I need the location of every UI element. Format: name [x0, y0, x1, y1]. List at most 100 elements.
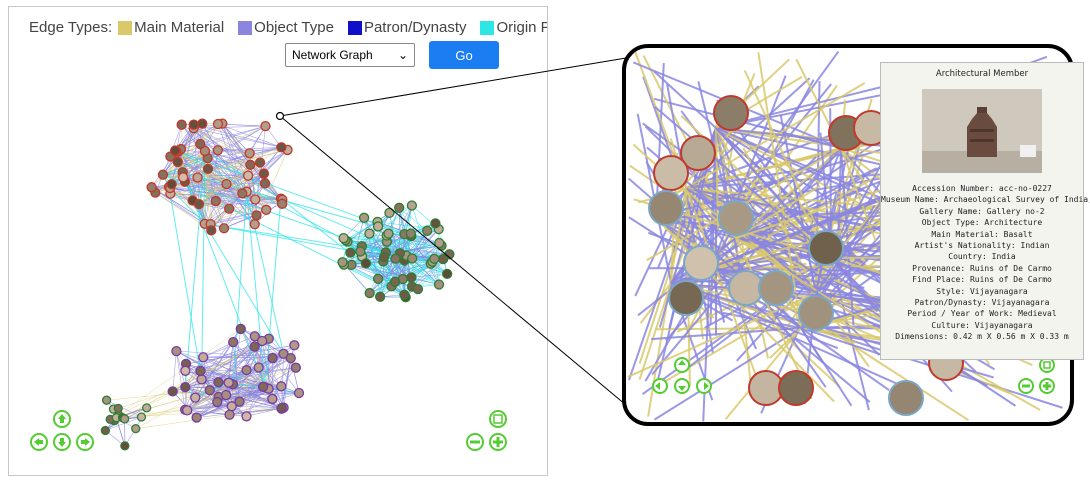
- graph-node[interactable]: [258, 168, 270, 179]
- graph-node[interactable]: [220, 389, 232, 401]
- graph-node[interactable]: [888, 380, 924, 416]
- graph-node[interactable]: [178, 172, 189, 183]
- graph-node[interactable]: [648, 190, 684, 226]
- graph-node[interactable]: [364, 228, 375, 239]
- graph-node[interactable]: [389, 276, 401, 287]
- zoom-pan-right-icon[interactable]: [696, 378, 712, 394]
- graph-node[interactable]: [360, 258, 372, 269]
- graph-node[interactable]: [251, 210, 262, 221]
- graph-node[interactable]: [120, 441, 130, 451]
- graph-node[interactable]: [176, 119, 187, 130]
- graph-node[interactable]: [384, 207, 395, 219]
- graph-node[interactable]: [253, 362, 264, 373]
- graph-node[interactable]: [438, 253, 449, 265]
- graph-node[interactable]: [406, 272, 417, 283]
- graph-node[interactable]: [434, 237, 445, 249]
- pan-right-icon[interactable]: [76, 433, 94, 451]
- graph-node[interactable]: [293, 387, 305, 399]
- graph-node[interactable]: [244, 148, 255, 159]
- zoom-pan-left-icon[interactable]: [652, 378, 668, 394]
- graph-node[interactable]: [728, 270, 764, 306]
- graph-node[interactable]: [290, 362, 301, 373]
- graph-node[interactable]: [289, 340, 300, 351]
- graph-node[interactable]: [345, 247, 356, 258]
- graph-node[interactable]: [653, 155, 689, 191]
- graph-node[interactable]: [100, 425, 110, 436]
- graph-node[interactable]: [172, 156, 183, 168]
- graph-node[interactable]: [212, 118, 224, 130]
- graph-node[interactable]: [223, 377, 234, 388]
- pan-down-icon[interactable]: [53, 433, 71, 451]
- graph-node[interactable]: [358, 212, 370, 223]
- graph-node[interactable]: [192, 172, 203, 183]
- graph-node[interactable]: [213, 377, 224, 388]
- graph-node[interactable]: [257, 381, 269, 392]
- zoom-out-icon[interactable]: [466, 433, 484, 451]
- graph-node[interactable]: [241, 411, 252, 422]
- graph-node[interactable]: [798, 295, 834, 331]
- graph-node[interactable]: [276, 402, 287, 414]
- graph-node[interactable]: [212, 145, 223, 156]
- graph-node[interactable]: [198, 352, 209, 363]
- graph-node[interactable]: [235, 323, 246, 335]
- zoom-pan-down-icon[interactable]: [674, 378, 690, 394]
- graph-node[interactable]: [237, 188, 248, 199]
- graph-node[interactable]: [191, 412, 202, 423]
- graph-node[interactable]: [338, 232, 349, 244]
- graph-node[interactable]: [422, 225, 433, 236]
- graph-node[interactable]: [221, 178, 232, 190]
- graph-node[interactable]: [374, 291, 386, 302]
- pan-left-icon[interactable]: [30, 433, 48, 451]
- graph-node[interactable]: [407, 253, 418, 264]
- graph-node[interactable]: [713, 95, 749, 131]
- graph-node[interactable]: [167, 386, 178, 397]
- graph-node[interactable]: [778, 370, 814, 406]
- graph-node[interactable]: [276, 381, 287, 392]
- graph-node[interactable]: [182, 405, 193, 416]
- graph-node[interactable]: [430, 218, 441, 229]
- graph-node[interactable]: [120, 414, 130, 424]
- graph-node[interactable]: [228, 336, 239, 348]
- zoom-fit-icon-inset[interactable]: [1039, 357, 1055, 373]
- graph-node[interactable]: [242, 170, 254, 181]
- graph-node[interactable]: [234, 396, 245, 407]
- graph-node[interactable]: [257, 335, 268, 347]
- graph-node[interactable]: [113, 403, 123, 414]
- graph-node[interactable]: [406, 200, 418, 211]
- graph-node[interactable]: [180, 381, 191, 393]
- graph-node[interactable]: [285, 352, 296, 364]
- graph-node[interactable]: [433, 279, 445, 290]
- graph-node[interactable]: [390, 253, 401, 264]
- graph-node[interactable]: [190, 392, 201, 403]
- graph-node[interactable]: [195, 138, 206, 150]
- graph-node[interactable]: [260, 120, 271, 132]
- graph-node[interactable]: [195, 365, 206, 377]
- zoom-in-icon-inset[interactable]: [1039, 378, 1055, 394]
- graph-node[interactable]: [204, 385, 215, 396]
- graph-node[interactable]: [202, 163, 214, 175]
- network-graph[interactable]: [9, 7, 547, 475]
- graph-node[interactable]: [249, 219, 260, 230]
- graph-node[interactable]: [142, 403, 152, 413]
- graph-node[interactable]: [259, 178, 271, 189]
- graph-node[interactable]: [218, 223, 230, 234]
- graph-node[interactable]: [196, 374, 207, 385]
- graph-node[interactable]: [718, 200, 754, 236]
- graph-node[interactable]: [379, 251, 390, 263]
- graph-node[interactable]: [372, 221, 384, 232]
- graph-node[interactable]: [101, 395, 112, 405]
- graph-node[interactable]: [224, 409, 235, 420]
- graph-node[interactable]: [193, 198, 205, 210]
- graph-node[interactable]: [412, 283, 424, 295]
- graph-node[interactable]: [241, 365, 252, 376]
- graph-node[interactable]: [758, 270, 794, 306]
- graph-node[interactable]: [170, 145, 181, 156]
- graph-node[interactable]: [245, 159, 256, 170]
- graph-node[interactable]: [166, 178, 177, 190]
- graph-node[interactable]: [171, 345, 182, 357]
- zoom-fit-icon[interactable]: [489, 410, 507, 428]
- graph-node[interactable]: [355, 246, 366, 257]
- zoom-in-icon[interactable]: [489, 433, 507, 451]
- graph-node[interactable]: [337, 257, 348, 268]
- graph-node[interactable]: [261, 204, 272, 215]
